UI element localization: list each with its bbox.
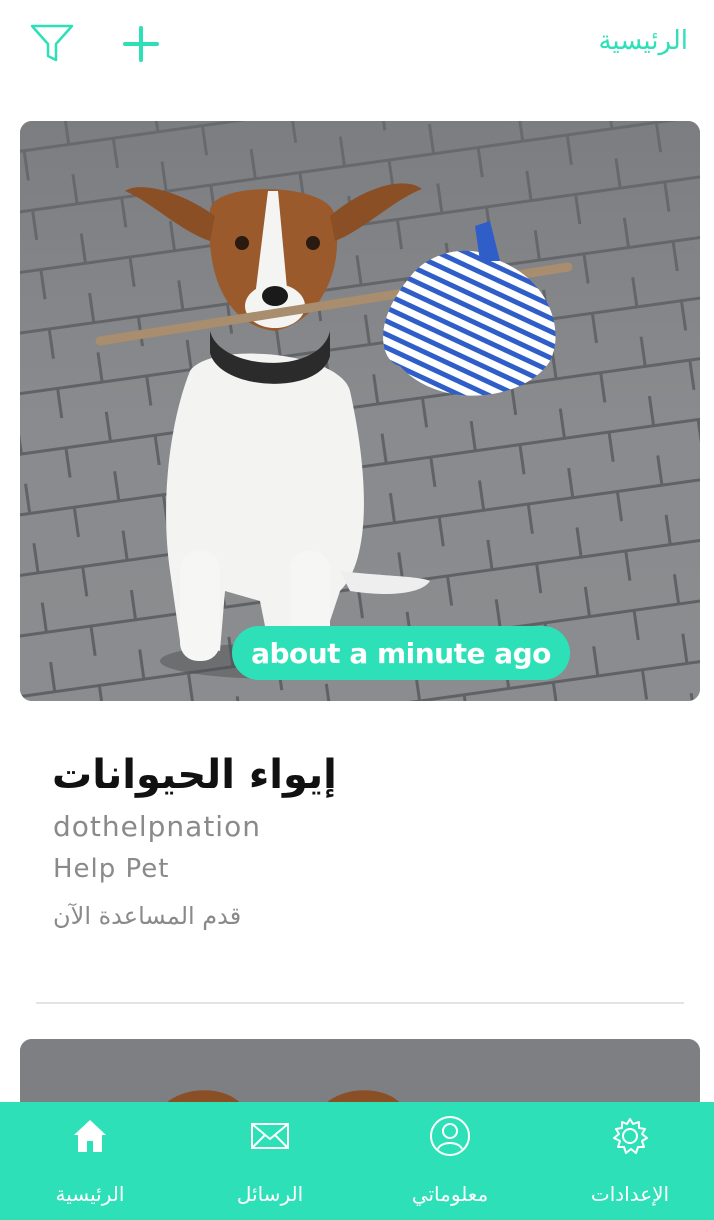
filter-button[interactable] — [27, 20, 77, 68]
add-button[interactable] — [116, 20, 166, 68]
post-description: قدم المساعدة الآن — [53, 902, 242, 930]
home-icon — [74, 1120, 106, 1152]
tab-settings[interactable]: الإعدادات — [540, 1102, 714, 1220]
tab-label-settings: الإعدادات — [590, 1182, 670, 1206]
tab-label-messages: الرسائل — [236, 1182, 304, 1206]
tab-label-profile: معلوماتي — [411, 1182, 489, 1206]
gear-icon — [613, 1118, 648, 1154]
tab-label-home: الرئيسية — [55, 1182, 125, 1206]
user-icon — [430, 1116, 470, 1156]
page-title: الرئيسية — [598, 26, 688, 56]
post-username[interactable]: dothelpnation — [53, 810, 261, 843]
post-category: Help Pet — [53, 854, 170, 884]
filter-icon — [30, 24, 74, 62]
top-bar: الرئيسية — [0, 0, 714, 90]
post-photo — [20, 121, 700, 701]
post-card[interactable]: about a minute ago — [20, 121, 700, 701]
post-title[interactable]: إيواء الحيوانات — [52, 752, 672, 798]
plus-icon — [123, 26, 159, 62]
tab-home[interactable]: الرئيسية — [0, 1102, 180, 1220]
divider — [36, 1002, 684, 1004]
bottom-tab-bar: الرئيسية الرسائل معلوماتي الإعدادات — [0, 1102, 714, 1220]
tab-profile[interactable]: معلوماتي — [360, 1102, 540, 1220]
envelope-icon — [251, 1123, 289, 1149]
time-badge: about a minute ago — [232, 626, 570, 680]
tab-messages[interactable]: الرسائل — [180, 1102, 360, 1220]
